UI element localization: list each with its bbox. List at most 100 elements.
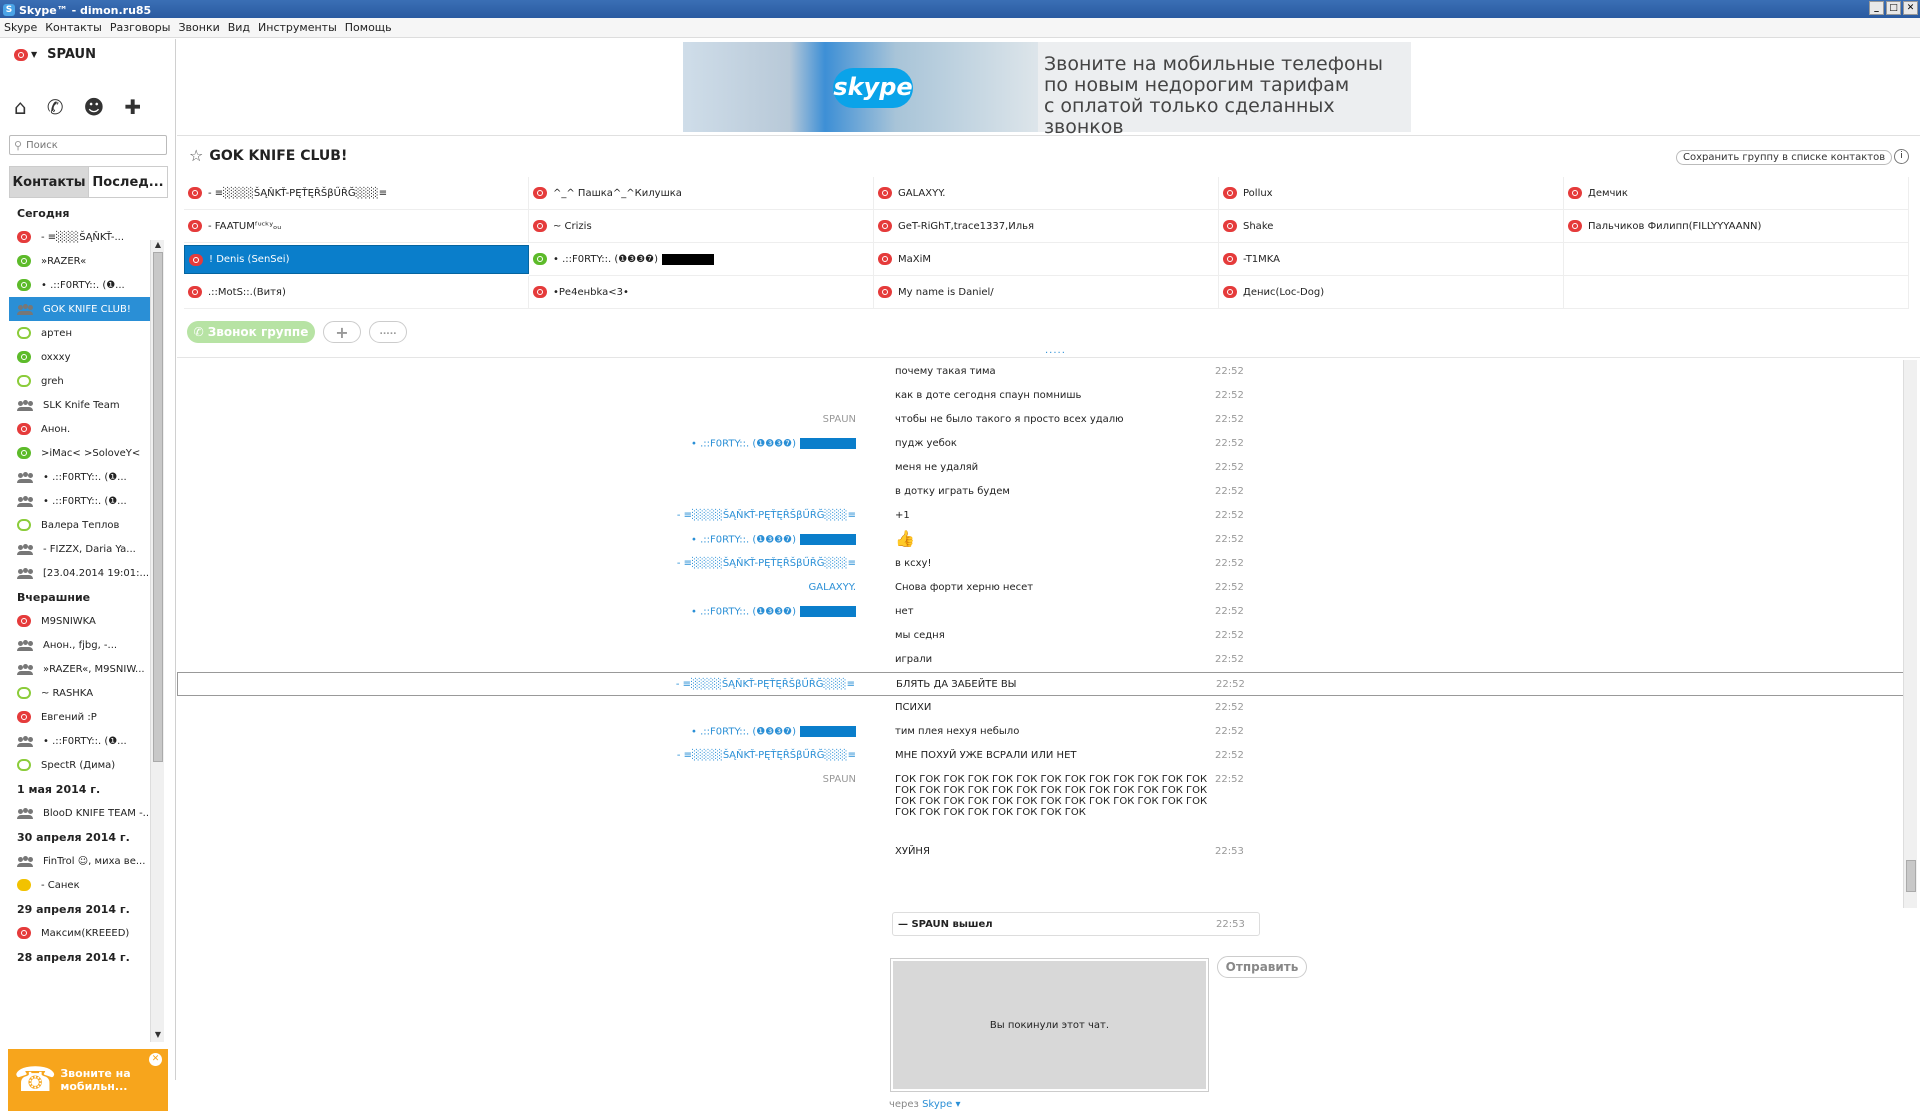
message-time: 22:52 [1215,558,1244,569]
recent-item[interactable]: SpectR (Дима) [9,753,150,777]
contacts-icon[interactable]: ☻ [83,95,104,119]
member-item[interactable]: Pollux [1219,177,1564,210]
message-sender[interactable]: • .::F0RTY::. (❶❸❸❼) [691,438,856,450]
phone-icon[interactable]: ✆ [47,95,64,119]
recent-item[interactable]: GOK KNIFE CLUB! [9,297,150,321]
member-item[interactable]: ^_^ Пашка^_^Килушка [529,177,874,210]
recent-item[interactable]: Анон. [9,417,150,441]
message-input[interactable]: Вы покинули этот чат. [890,958,1209,1092]
group-call-button[interactable]: ✆ Звонок группе [187,321,315,343]
message-time: 22:52 [1215,486,1244,497]
menu-item[interactable]: Разговоры [110,21,171,34]
member-item[interactable]: Пальчиков Филипп(FILLYYYAANN) [1564,210,1909,243]
member-item[interactable]: My name is Daniel/ [874,276,1219,309]
status-icon[interactable] [14,48,28,61]
star-icon[interactable]: ☆ [189,146,203,165]
menu-item[interactable]: Skype [4,21,37,34]
promo-banner[interactable]: ☎ Звоните на мобильн... ✕ [8,1049,168,1111]
recent-item[interactable]: • .::F0RTY::. (❶... [9,489,150,513]
recent-item[interactable]: - ≡░░░ŠĄŇKŤ-... [9,225,150,249]
signal-icon[interactable]: ..... [369,321,407,343]
message-sender[interactable]: - ≡░░░░ŠĄŇKŤ-PĘŤĘŘŠβŰŘĞ░░░≡ [676,679,855,690]
minimize-button[interactable]: _ [1869,1,1884,15]
recent-item[interactable]: FinTrol ☺, миха ве... [9,849,150,873]
recent-item[interactable]: Валера Теплов [9,513,150,537]
recent-item[interactable]: »RAZER« [9,249,150,273]
add-participant-button[interactable]: + [323,321,361,343]
message-row: SPAUN ГОК ГОК ГОК ГОК ГОК ГОК ГОК ГОК ГОК… [177,768,1912,840]
recent-item[interactable]: Евгений :P [9,705,150,729]
tab-contacts[interactable]: Контакты [9,166,89,198]
member-item[interactable]: Денис(Loc-Dog) [1219,276,1564,309]
member-item[interactable]: - FAATUMᶠᶸᶜᵏʸₒᵤ [184,210,529,243]
scroll-down-icon[interactable]: ▼ [151,1030,165,1042]
via-link[interactable]: Skype ▾ [922,1099,960,1110]
ad-banner[interactable]: skype Звоните на мобильные телефоны по н… [683,42,1411,138]
recent-item[interactable]: greh [9,369,150,393]
menu-item[interactable]: Звонки [178,21,219,34]
chevron-down-icon[interactable]: ▼ [31,50,37,59]
scrollbar-thumb[interactable] [153,252,163,762]
menu-item[interactable]: Инструменты [258,21,337,34]
recent-item[interactable]: - Санек [9,873,150,897]
recent-scrollbar[interactable]: ▲ ▼ [150,240,164,1042]
message-sender[interactable]: SPAUN [823,414,856,425]
member-item[interactable]: ! Denis (SenSei) [184,245,529,274]
send-button[interactable]: Отправить [1217,956,1307,978]
message-sender[interactable]: GALAXYY. [809,582,856,593]
recent-item[interactable]: M9SNIWKA [9,609,150,633]
menu-item[interactable]: Вид [228,21,250,34]
recent-item[interactable]: oxxxy [9,345,150,369]
member-item[interactable]: - ≡░░░░ŠĄŇKŤ-PĘŤĘŘŠβŰŘĞ░░░≡ [184,177,529,210]
recent-item[interactable]: - FIZZX, Daria Ya... [9,537,150,561]
member-item[interactable]: Shake [1219,210,1564,243]
member-item[interactable]: GeT-RiGhT,trace1337,Илья [874,210,1219,243]
recent-item[interactable]: BlooD KNIFE TEAM -... [9,801,150,825]
member-item[interactable]: • .::F0RTY::. (❶❸❸❼) [529,243,874,276]
message-sender[interactable]: • .::F0RTY::. (❶❸❸❼) [691,606,856,618]
search-box[interactable]: ⚲ [9,135,167,155]
add-contact-icon[interactable]: ✚ [124,95,141,119]
messages-scrollbar[interactable] [1903,360,1917,908]
member-item[interactable]: MaXiM [874,243,1219,276]
maximize-button[interactable]: □ [1886,1,1901,15]
member-item[interactable]: Демчик [1564,177,1909,210]
recent-item[interactable]: ~ RASHKA [9,681,150,705]
recent-item[interactable]: [23.04.2014 19:01:... [9,561,150,585]
resize-handle[interactable]: ..... [1045,345,1066,356]
member-item[interactable]: ~ Crizis [529,210,874,243]
message-sender[interactable]: • .::F0RTY::. (❶❸❸❼) [691,726,856,738]
member-item[interactable]: .::MotS::.(Витя) [184,276,529,309]
close-button[interactable]: ✕ [1903,1,1918,15]
menu-item[interactable]: Помощь [345,21,392,34]
recent-item[interactable]: Максим(KREEED) [9,921,150,945]
home-icon[interactable]: ⌂ [14,95,27,119]
menu-item[interactable]: Контакты [45,21,102,34]
info-icon[interactable]: i [1894,149,1909,164]
member-item[interactable]: •Ре4енbka<3• [529,276,874,309]
scroll-up-icon[interactable]: ▲ [151,240,165,252]
recent-item[interactable]: • .::F0RTY::. (❶... [9,465,150,489]
recent-item[interactable]: >iMac< >SoloveY< [9,441,150,465]
tab-recent[interactable]: Послед... [89,166,168,198]
recent-item[interactable]: Анон., fjbg, -... [9,633,150,657]
recent-item[interactable]: SLK Knife Team [9,393,150,417]
scrollbar-thumb[interactable] [1906,860,1916,892]
recent-item[interactable]: »RAZER«, M9SNIW... [9,657,150,681]
recent-item[interactable]: • .::F0RTY::. (❶... [9,729,150,753]
message-sender[interactable]: - ≡░░░░ŠĄŇKŤ-PĘŤĘŘŠβŰŘĞ░░░≡ [677,510,856,521]
recent-item[interactable]: артен [9,321,150,345]
recent-item[interactable]: • .::F0RTY::. (❶... [9,273,150,297]
message-sender[interactable]: SPAUN [823,774,856,785]
message-sender[interactable]: - ≡░░░░ŠĄŇKŤ-PĘŤĘŘŠβŰŘĞ░░░≡ [677,558,856,569]
message-sender[interactable]: • .::F0RTY::. (❶❸❸❼) [691,534,856,546]
search-input[interactable] [26,139,157,151]
profile[interactable]: ▼ SPAUN [14,47,96,62]
close-icon[interactable]: ✕ [149,1053,162,1066]
message-time: 22:52 [1215,606,1244,617]
member-item[interactable]: -T1MKA [1219,243,1564,276]
message-sender[interactable]: - ≡░░░░ŠĄŇKŤ-PĘŤĘŘŠβŰŘĞ░░░≡ [677,750,856,761]
message-row: • .::F0RTY::. (❶❸❸❼) 👍 22:52 [177,528,1912,552]
save-group-button[interactable]: Сохранить группу в списке контактов [1676,150,1893,165]
member-item[interactable]: GALAXYY. [874,177,1219,210]
